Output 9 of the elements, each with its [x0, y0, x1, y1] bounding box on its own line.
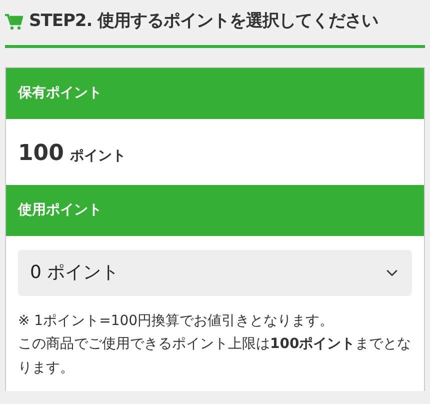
step-heading: STEP2. 使用するポイントを選択してください: [29, 10, 378, 33]
note-text: この商品でご使用できるポイント上限は100ポイントまでとなります。: [18, 335, 412, 378]
cart-icon: [5, 14, 23, 30]
note-text: ※ 1ポイント=100円換算でお値引きとなります。: [18, 312, 335, 330]
section-header: 使用ポイント: [6, 184, 424, 236]
points-unit: ポイント: [70, 146, 126, 166]
section-header: 保有ポイント: [6, 68, 424, 118]
points-amount: 100: [18, 140, 64, 168]
points-select[interactable]: 0 ポイント: [18, 250, 412, 296]
